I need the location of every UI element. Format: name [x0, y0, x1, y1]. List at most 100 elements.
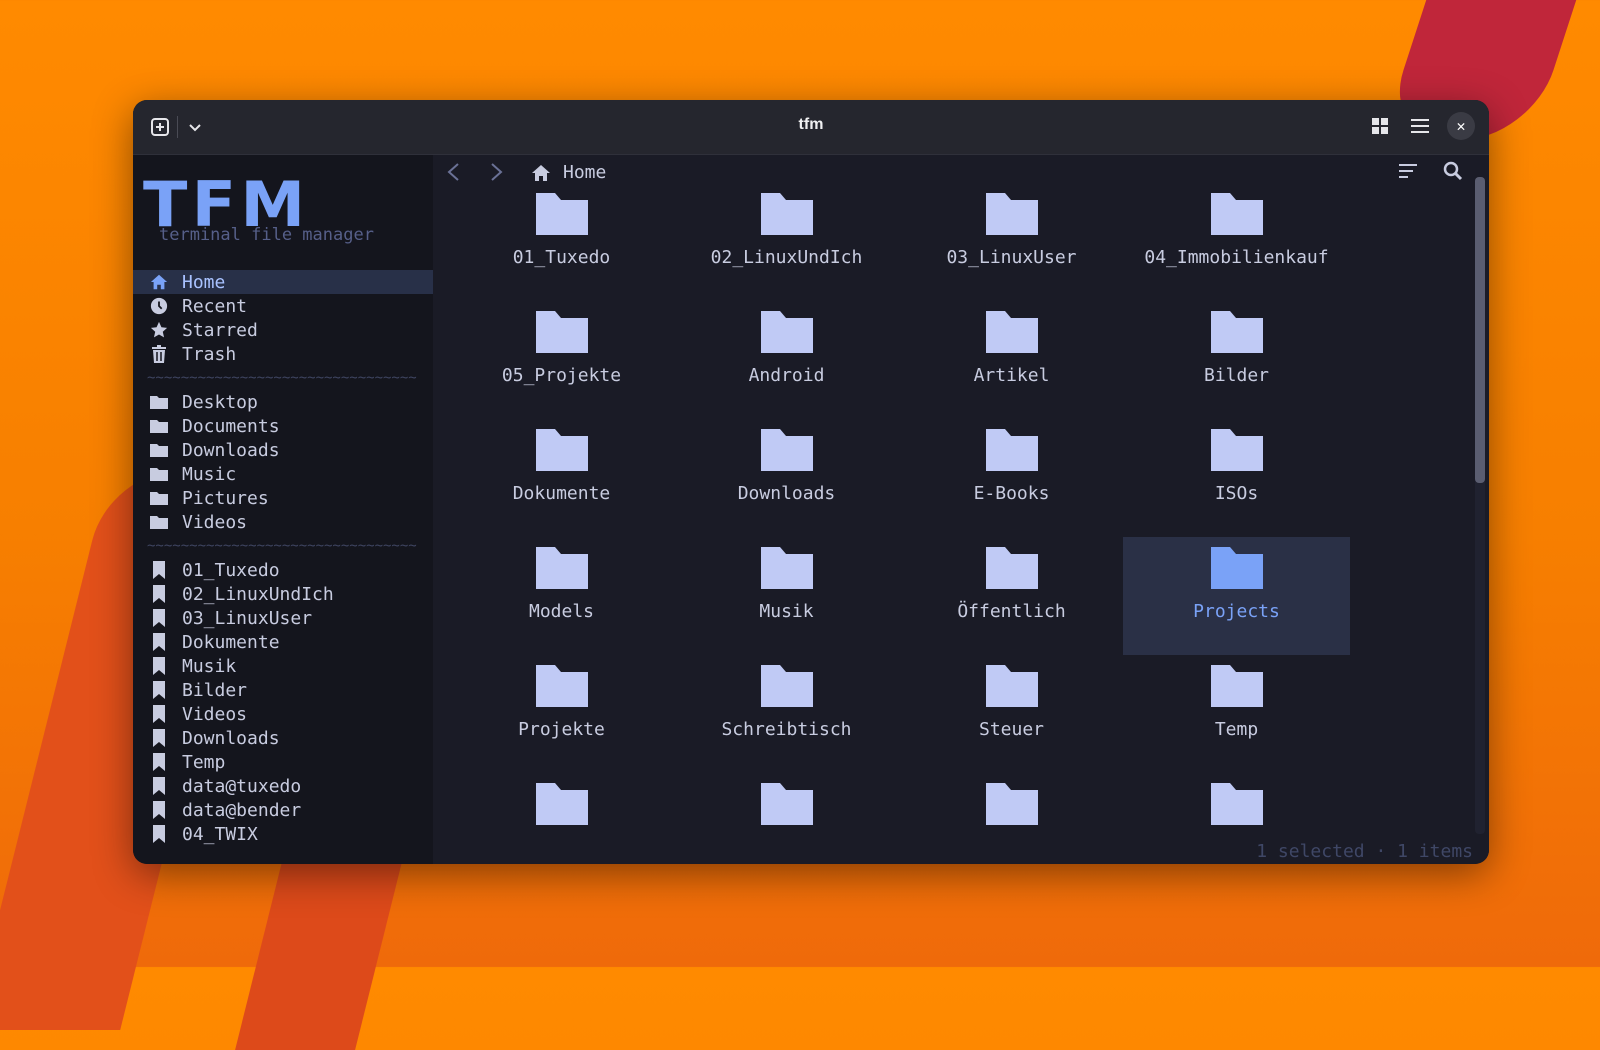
scrollbar-thumb[interactable]	[1475, 177, 1485, 483]
file-item[interactable]: 05_Projekte	[448, 301, 675, 419]
folder-icon	[149, 464, 169, 484]
file-item[interactable]: Bilder	[1123, 301, 1350, 419]
forward-icon[interactable]	[485, 161, 509, 185]
file-name: Steuer	[978, 719, 1045, 740]
bookmark-icon	[149, 824, 169, 844]
sidebar-item-label: Dokumente	[182, 631, 280, 653]
bookmark-icon	[149, 728, 169, 748]
bookmark-icon	[149, 704, 169, 724]
sidebar-item-pictures[interactable]: Pictures	[133, 486, 433, 510]
sidebar-item-desktop[interactable]: Desktop	[133, 390, 433, 414]
folder-icon	[149, 512, 169, 532]
sidebar-item-recent[interactable]: Recent	[133, 294, 433, 318]
file-name: Musik	[759, 601, 814, 622]
folder-icon	[535, 663, 588, 711]
file-item[interactable]: 02_LinuxUndIch	[673, 183, 900, 301]
file-item[interactable]	[448, 773, 675, 864]
sidebar-item-musik[interactable]: Musik	[133, 654, 433, 678]
trash-icon	[149, 344, 169, 364]
file-item[interactable]: Musik	[673, 537, 900, 655]
folder-icon	[985, 427, 1038, 475]
sidebar-item-temp[interactable]: Temp	[133, 750, 433, 774]
file-item[interactable]: 04_Immobilienkauf	[1123, 183, 1350, 301]
sidebar-item-bilder[interactable]: Bilder	[133, 678, 433, 702]
folder-icon	[535, 427, 588, 475]
sidebar-item-home[interactable]: Home	[133, 270, 433, 294]
folder-icon	[760, 545, 813, 593]
file-item[interactable]: 01_Tuxedo	[448, 183, 675, 301]
file-item[interactable]: Android	[673, 301, 900, 419]
sidebar-item-trash[interactable]: Trash	[133, 342, 433, 366]
file-item[interactable]: Öffentlich	[898, 537, 1125, 655]
sidebar-item-data-bender[interactable]: data@bender	[133, 798, 433, 822]
file-item[interactable]: Downloads	[673, 419, 900, 537]
back-icon[interactable]	[443, 161, 467, 185]
file-item[interactable]: Temp	[1123, 655, 1350, 773]
file-item[interactable]	[673, 773, 900, 864]
sidebar-item-videos[interactable]: Videos	[133, 510, 433, 534]
file-item[interactable]: ISOs	[1123, 419, 1350, 537]
sidebar-item-starred[interactable]: Starred	[133, 318, 433, 342]
sidebar-item-label: 01_Tuxedo	[182, 559, 280, 581]
folder-icon	[149, 416, 169, 436]
file-name: Öffentlich	[957, 601, 1066, 622]
sort-icon[interactable]	[1397, 161, 1419, 185]
app-tagline: terminal file manager	[159, 225, 374, 245]
sidebar-item-data-tuxedo[interactable]: data@tuxedo	[133, 774, 433, 798]
file-item[interactable]: Projects	[1123, 537, 1350, 655]
list-view-icon[interactable]	[1407, 113, 1433, 139]
bookmark-icon	[149, 680, 169, 700]
folder-icon	[1210, 781, 1263, 829]
file-item[interactable]	[898, 773, 1125, 864]
sidebar-item-documents[interactable]: Documents	[133, 414, 433, 438]
file-item[interactable]: Projekte	[448, 655, 675, 773]
folder-icon	[760, 663, 813, 711]
folder-icon	[760, 191, 813, 239]
breadcrumb[interactable]: Home	[531, 162, 606, 183]
search-icon[interactable]	[1443, 161, 1463, 185]
sidebar-item-label: Downloads	[182, 439, 280, 461]
sidebar-item-label: Recent	[182, 295, 248, 317]
sidebar-item-downloads[interactable]: Downloads	[133, 726, 433, 750]
folder-icon	[985, 781, 1038, 829]
file-name: Projects	[1193, 601, 1280, 622]
file-name: Dokumente	[512, 483, 611, 504]
clock-icon	[149, 296, 169, 316]
file-name: 04_Immobilienkauf	[1144, 247, 1329, 268]
sidebar-item-01-tuxedo[interactable]: 01_Tuxedo	[133, 558, 433, 582]
file-item[interactable]: Steuer	[898, 655, 1125, 773]
grid-view-icon[interactable]	[1367, 113, 1393, 139]
sidebar-item-downloads[interactable]: Downloads	[133, 438, 433, 462]
sidebar-item-dokumente[interactable]: Dokumente	[133, 630, 433, 654]
sidebar-item-03-linuxuser[interactable]: 03_LinuxUser	[133, 606, 433, 630]
folder-icon	[760, 427, 813, 475]
sidebar-item-label: Temp	[182, 751, 226, 773]
file-item[interactable]: Schreibtisch	[673, 655, 900, 773]
folder-icon	[1210, 545, 1263, 593]
sidebar-item-02-linuxundich[interactable]: 02_LinuxUndIch	[133, 582, 433, 606]
sidebar-item-label: Pictures	[182, 487, 269, 509]
sidebar-list: Home Recent Starred Trash ~~~~~~~~~~~~~~~~~~…	[133, 270, 433, 846]
file-item[interactable]: 03_LinuxUser	[898, 183, 1125, 301]
sidebar-item-04-twix[interactable]: 04_TWIX	[133, 822, 433, 846]
file-item[interactable]: Models	[448, 537, 675, 655]
sidebar-item-music[interactable]: Music	[133, 462, 433, 486]
file-item[interactable]: E-Books	[898, 419, 1125, 537]
file-name: Projekte	[518, 719, 605, 740]
folder-icon	[535, 781, 588, 829]
file-item[interactable]: Artikel	[898, 301, 1125, 419]
sidebar-item-label: 02_LinuxUndIch	[182, 583, 334, 605]
bookmark-icon	[149, 800, 169, 820]
folder-icon	[1210, 191, 1263, 239]
sidebar-item-label: Downloads	[182, 727, 280, 749]
bookmark-icon	[149, 776, 169, 796]
sidebar-item-label: Videos	[182, 703, 248, 725]
file-name: ISOs	[1214, 483, 1259, 504]
folder-icon	[760, 781, 813, 829]
sidebar-item-videos[interactable]: Videos	[133, 702, 433, 726]
file-name: Android	[748, 365, 825, 386]
close-button[interactable]: ✕	[1447, 112, 1475, 140]
file-name: Artikel	[973, 365, 1050, 386]
file-item[interactable]: Dokumente	[448, 419, 675, 537]
sidebar-item-label: Trash	[182, 343, 237, 365]
